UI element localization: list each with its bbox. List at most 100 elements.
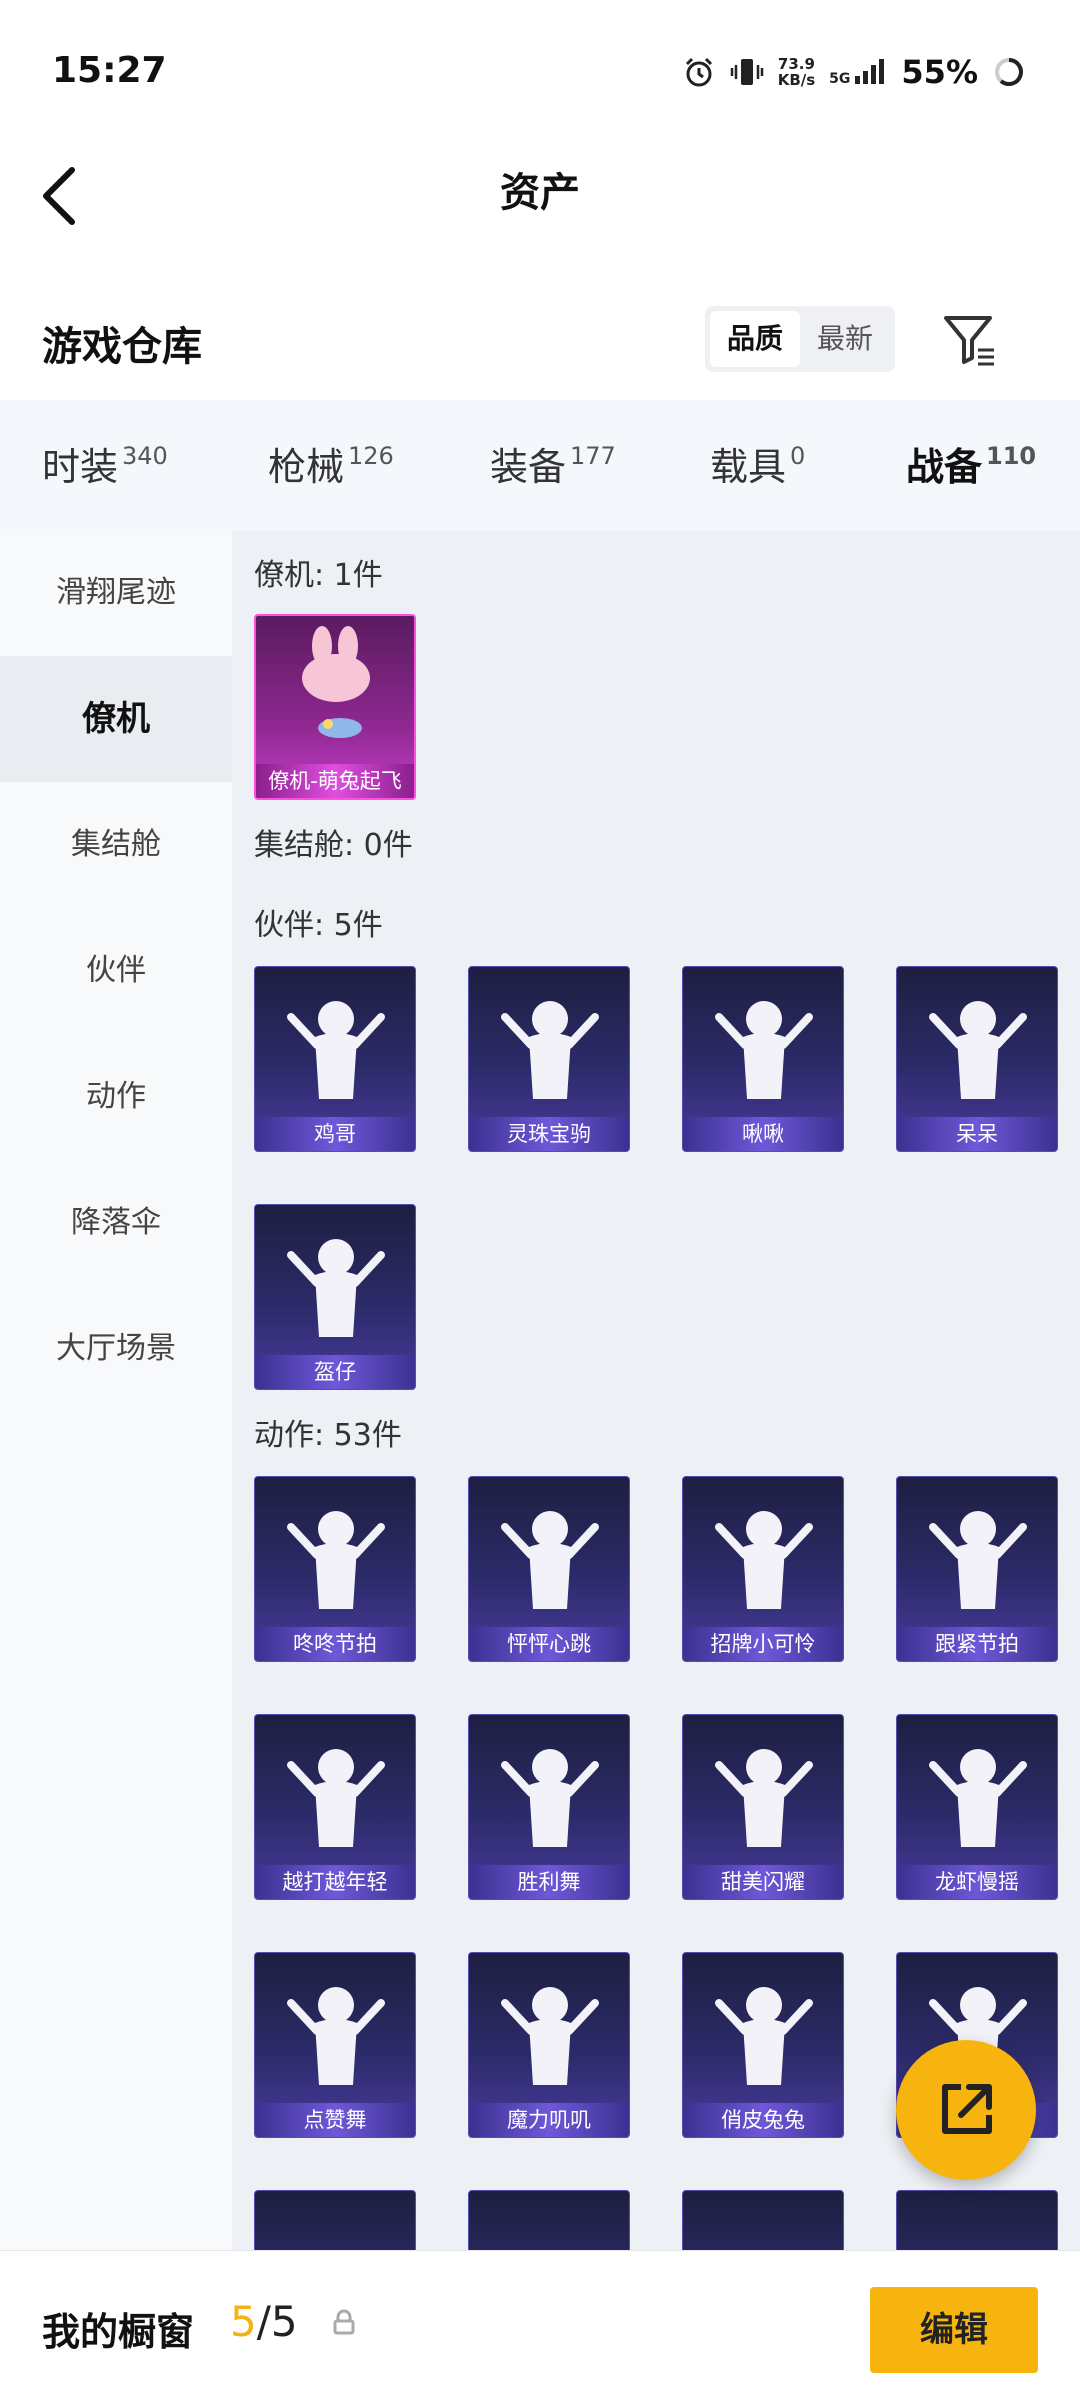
- sidebar-item-glide-trail[interactable]: 滑翔尾迹: [0, 530, 232, 656]
- partner-character-icon: [501, 1001, 599, 1099]
- sort-newest-button[interactable]: 最新: [800, 311, 890, 367]
- section-heading-emote: 动作: 53件: [254, 1418, 402, 1453]
- item-card-label: 呆呆: [897, 1117, 1057, 1151]
- item-card[interactable]: 俏皮兔兔: [682, 1952, 844, 2138]
- tab-vehicles[interactable]: 载具 0: [710, 436, 805, 491]
- status-time: 15:27: [52, 50, 167, 91]
- category-tabs: 时装 340 枪械 126 装备 177 载具 0 战备 110: [0, 400, 1080, 540]
- emote-pose-icon: [287, 1987, 385, 2085]
- emote-pose-icon: [715, 1987, 813, 2085]
- sidebar-item-emote[interactable]: 动作: [0, 1034, 232, 1160]
- item-card-label: 招牌小可怜: [683, 1627, 843, 1661]
- item-card-label: 魔力叽叽: [469, 2103, 629, 2137]
- section-heading-wingman: 僚机: 1件: [254, 558, 383, 593]
- emote-pose-icon: [715, 1749, 813, 1847]
- showcase-label: 我的橱窗: [42, 2310, 195, 2354]
- item-card[interactable]: 越打越年轻: [254, 1714, 416, 1900]
- emote-pose-icon: [929, 1511, 1027, 1609]
- warehouse-title: 游戏仓库: [42, 324, 202, 370]
- emote-pose-icon: [501, 1511, 599, 1609]
- item-card-label: 龙虾慢摇: [897, 1865, 1057, 1899]
- item-card[interactable]: 甜美闪耀: [682, 1714, 844, 1900]
- item-card-label: 盔仔: [255, 1355, 415, 1389]
- battery-ring-icon: [995, 58, 1023, 86]
- emote-pose-icon: [287, 1511, 385, 1609]
- item-card[interactable]: [682, 2190, 844, 2250]
- filter-button[interactable]: [940, 310, 1000, 370]
- sidebar-item-partner[interactable]: 伙伴: [0, 908, 232, 1034]
- item-card[interactable]: 点赞舞: [254, 1952, 416, 2138]
- status-bar: 15:27 73.9 KB/s 5G 55%: [0, 0, 1080, 140]
- item-card[interactable]: [896, 2190, 1058, 2250]
- sidebar-item-rally-pod[interactable]: 集结舱: [0, 782, 232, 908]
- item-card[interactable]: 鸡哥: [254, 966, 416, 1152]
- emote-pose-icon: [501, 1749, 599, 1847]
- item-grid-area: 僚机: 1件 僚机-萌兔起飞 集结舱: 0件 伙伴: 5件 动作: 53件 鸡哥…: [232, 530, 1080, 2250]
- item-card-label: 越打越年轻: [255, 1865, 415, 1899]
- item-card-label: 胜利舞: [469, 1865, 629, 1899]
- tab-fashion[interactable]: 时装 340: [42, 436, 168, 491]
- item-card[interactable]: [468, 2190, 630, 2250]
- item-card-label: 怦怦心跳: [469, 1627, 629, 1661]
- sidebar-item-wingman[interactable]: 僚机: [0, 656, 232, 782]
- partner-character-icon: [715, 1001, 813, 1099]
- item-card[interactable]: 怦怦心跳: [468, 1476, 630, 1662]
- item-card[interactable]: 胜利舞: [468, 1714, 630, 1900]
- battery-percent: 55%: [901, 53, 978, 91]
- showcase-bar: 我的橱窗 5/5 编辑: [0, 2250, 1080, 2400]
- page-title: 资产: [500, 170, 580, 216]
- item-card-label: 点赞舞: [255, 2103, 415, 2137]
- item-card[interactable]: 灵珠宝驹: [468, 966, 630, 1152]
- sidebar-item-parachute[interactable]: 降落伞: [0, 1160, 232, 1286]
- tab-firearms[interactable]: 枪械 126: [268, 436, 394, 491]
- item-card[interactable]: 僚机-萌兔起飞: [254, 614, 416, 800]
- item-card-label: 甜美闪耀: [683, 1865, 843, 1899]
- emote-pose-icon: [287, 1749, 385, 1847]
- item-card[interactable]: 咚咚节拍: [254, 1476, 416, 1662]
- sort-quality-button[interactable]: 品质: [710, 311, 800, 367]
- item-card[interactable]: 盔仔: [254, 1204, 416, 1390]
- section-heading-rally-pod: 集结舱: 0件: [254, 828, 413, 863]
- item-card[interactable]: 呆呆: [896, 966, 1058, 1152]
- filter-icon: [944, 316, 994, 366]
- item-card[interactable]: 啾啾: [682, 966, 844, 1152]
- vibrate-icon: [730, 59, 763, 85]
- sidebar-item-lobby-scene[interactable]: 大厅场景: [0, 1286, 232, 1412]
- item-card-label: 咚咚节拍: [255, 1627, 415, 1661]
- item-card-label: 鸡哥: [255, 1117, 415, 1151]
- partner-character-icon: [287, 1239, 385, 1337]
- item-card[interactable]: 魔力叽叽: [468, 1952, 630, 2138]
- sort-toggle: 品质 最新: [705, 306, 895, 372]
- warehouse-header: 游戏仓库 品质 最新: [0, 290, 1080, 400]
- share-external-icon: [942, 2084, 992, 2134]
- bunny-wingman-icon: [302, 626, 370, 738]
- status-icons: 73.9 KB/s 5G 55%: [682, 50, 1026, 94]
- lock-icon: [333, 2309, 355, 2335]
- alarm-icon: [685, 57, 712, 87]
- item-card-label: 啾啾: [683, 1117, 843, 1151]
- section-heading-partner: 伙伴: 5件: [254, 908, 383, 943]
- edit-button[interactable]: 编辑: [870, 2287, 1038, 2373]
- emote-pose-icon: [715, 1511, 813, 1609]
- emote-pose-icon: [929, 1749, 1027, 1847]
- item-card[interactable]: [254, 2190, 416, 2250]
- tab-equipment[interactable]: 装备 177: [490, 436, 616, 491]
- title-bar: 资产: [0, 140, 1080, 250]
- signal-indicator: 5G: [829, 58, 887, 86]
- network-speed: 73.9 KB/s: [777, 55, 816, 89]
- partner-character-icon: [929, 1001, 1027, 1099]
- sidebar: 滑翔尾迹 僚机 集结舱 伙伴 动作 降落伞 大厅场景: [0, 530, 232, 2250]
- partner-character-icon: [287, 1001, 385, 1099]
- emote-pose-icon: [501, 1987, 599, 2085]
- item-card-label: 僚机-萌兔起飞: [256, 764, 414, 798]
- item-card-label: 跟紧节拍: [897, 1627, 1057, 1661]
- signal-icon: [855, 59, 885, 84]
- item-card[interactable]: 跟紧节拍: [896, 1476, 1058, 1662]
- tab-battle-prep[interactable]: 战备 110: [906, 436, 1036, 540]
- item-card-label: 灵珠宝驹: [469, 1117, 629, 1151]
- share-button[interactable]: [896, 2040, 1036, 2180]
- item-card-label: 俏皮兔兔: [683, 2103, 843, 2137]
- item-card[interactable]: 招牌小可怜: [682, 1476, 844, 1662]
- item-card[interactable]: 龙虾慢摇: [896, 1714, 1058, 1900]
- showcase-count: 5/5: [230, 2297, 298, 2346]
